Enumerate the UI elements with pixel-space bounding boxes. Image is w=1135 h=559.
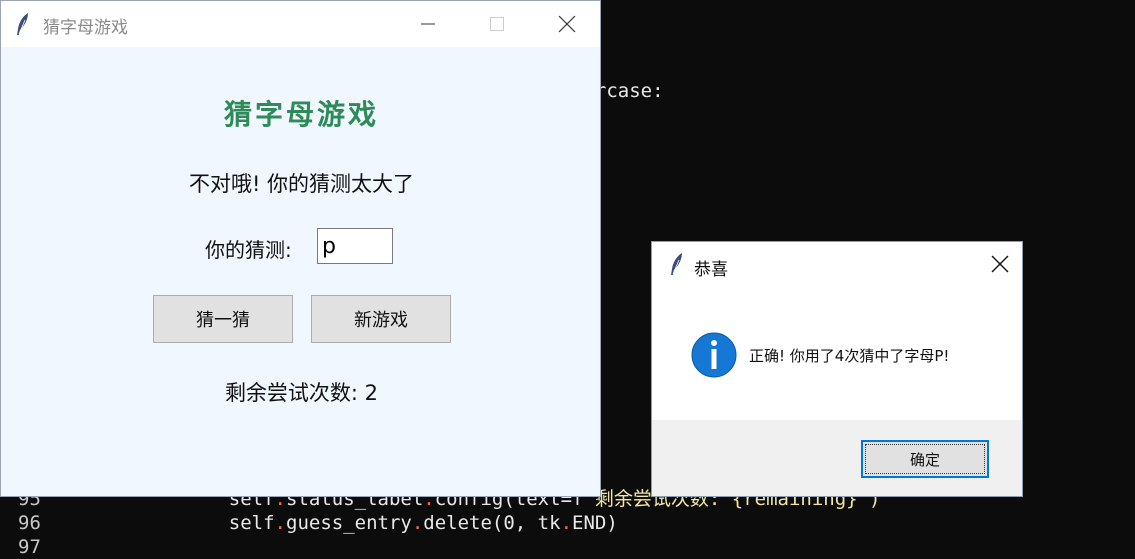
code-token: END) (572, 512, 618, 534)
close-icon (991, 255, 1009, 273)
dialog-titlebar[interactable]: 恭喜 (652, 242, 1022, 286)
code-token: . (411, 512, 424, 534)
code-token: . (560, 512, 573, 534)
game-window-titlebar[interactable]: 猜字母游戏 (1, 1, 600, 47)
code-token: . (274, 512, 286, 534)
feedback-label: 不对哦! 你的猜测太大了 (188, 172, 415, 196)
remaining-attempts-label: 剩余尝试次数: 2 (224, 381, 379, 405)
maximize-icon (490, 17, 504, 31)
code-token: guess_entry (286, 512, 412, 534)
close-icon (558, 15, 576, 33)
code-token: self (0, 512, 275, 534)
ok-button[interactable]: 确定 (861, 440, 989, 478)
maximize-button[interactable] (473, 1, 519, 47)
feather-icon (17, 13, 28, 35)
dialog-title: 恭喜 (694, 260, 728, 279)
code-text: self.guess_entry.delete(0, tk.END) (0, 511, 618, 535)
dialog-close-button[interactable] (976, 242, 1022, 286)
congrats-dialog: 恭喜 正确! 你用了4次猜中了字母P! 确定 (651, 241, 1023, 497)
minimize-button[interactable] (404, 1, 450, 47)
game-window-title: 猜字母游戏 (43, 18, 128, 37)
info-icon (691, 332, 737, 378)
game-window: 猜字母游戏 猜字母游戏 不对哦! 你的猜测太大了 你的猜测: 猜一猜 新游戏 剩… (0, 0, 601, 497)
dialog-message: 正确! 你用了4次猜中了字母P! (749, 347, 950, 365)
code-token: delete(0, tk (423, 512, 561, 534)
feather-icon (671, 253, 682, 275)
game-heading: 猜字母游戏 (223, 98, 379, 131)
guess-input[interactable] (317, 228, 393, 264)
guess-button[interactable]: 猜一猜 (153, 295, 293, 343)
line-number: 97 (18, 536, 41, 558)
dialog-footer: 确定 (652, 420, 1022, 496)
minimize-icon (421, 23, 435, 25)
guess-label: 你的猜测: (205, 238, 292, 262)
new-game-button[interactable]: 新游戏 (311, 295, 451, 343)
close-button[interactable] (543, 1, 589, 47)
